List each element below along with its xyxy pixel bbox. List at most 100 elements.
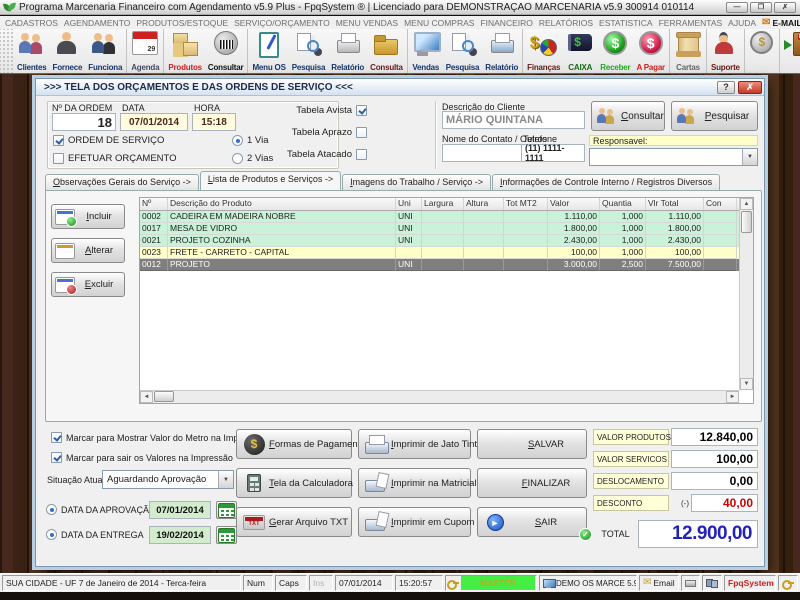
menu-menu-vendas[interactable]: MENU VENDAS (336, 18, 398, 28)
alterar-button[interactable]: Alterar (51, 238, 125, 263)
toolbar-produtos[interactable]: Produtos (165, 29, 205, 73)
status-email[interactable]: ✉ Email (639, 575, 679, 591)
delivery-date-field[interactable]: 19/02/2014 (149, 526, 211, 544)
table-row[interactable]: 0002CADEIRA EM MADEIRA NOBREUNI1.110,001… (140, 211, 739, 223)
tab-observacoes-gerais-do-servico[interactable]: Observações Gerais do Serviço -> (45, 174, 199, 190)
column-header-uni[interactable]: Uni (396, 198, 422, 210)
column-header-tot-mt2[interactable]: Tot MT2 (504, 198, 548, 210)
menu-relatorios[interactable]: RELATÓRIOS (539, 18, 593, 28)
toolbar-pesquisa[interactable]: Pesquisa (443, 29, 483, 73)
vertical-scroll-thumb[interactable] (741, 211, 752, 233)
toolbar-a-pagar[interactable]: $A Pagar (633, 29, 668, 73)
dialog-close-icon[interactable] (738, 81, 762, 94)
horizontal-scroll-thumb[interactable] (154, 391, 174, 402)
column-header-con[interactable]: Con (704, 198, 737, 210)
service-order-checkbox-row[interactable]: ORDEM DE SERVIÇO (53, 135, 164, 146)
term-table-checkbox[interactable] (356, 127, 367, 138)
approval-calendar-button[interactable] (216, 501, 237, 519)
menu-ajuda[interactable]: AJUDA (728, 18, 756, 28)
tela-da-calculadora-button[interactable]: Tela da Calculadora (236, 468, 352, 498)
phone-field[interactable]: (11) 1111-1111 (521, 144, 585, 162)
toolbar-cartas[interactable]: Cartas (671, 29, 705, 73)
toolbar-funciona[interactable]: Funciona (85, 29, 125, 73)
imprimir-em-cupom-button[interactable]: Imprimir em Cupom (358, 507, 471, 537)
table-row[interactable]: 0012PROJETOUNI3.000,002,5007.500,00 (140, 259, 739, 271)
delivery-date-radio[interactable] (46, 529, 57, 540)
gerar-arquivo-txt-button[interactable]: Gerar Arquivo TXT (236, 507, 352, 537)
menu-cadastros[interactable]: CADASTROS (5, 18, 58, 28)
vertical-scrollbar[interactable]: ▲ ▼ (739, 198, 753, 390)
scroll-up-icon[interactable]: ▲ (740, 198, 753, 210)
toolbar-pesquisa[interactable]: Pesquisa (289, 29, 329, 73)
imprimir-na-matricial-button[interactable]: Imprimir na Matricial (358, 468, 471, 498)
print-values-checkbox[interactable] (51, 452, 62, 463)
scroll-right-icon[interactable]: ► (726, 391, 739, 403)
order-time-field[interactable]: 15:18 (192, 113, 236, 131)
chevron-down-icon[interactable]: ▼ (218, 471, 233, 488)
column-header-valor[interactable]: Valor (548, 198, 600, 210)
horizontal-scrollbar[interactable]: ◄ ► (140, 390, 739, 403)
show-meter-value-row[interactable]: Marcar para Mostrar Valor do Metro na Im… (51, 432, 265, 443)
consult-button[interactable]: Consultar (591, 101, 665, 131)
menu-e-mail[interactable]: ✉E-MAIL (762, 18, 800, 28)
toolbar-consultar[interactable]: Consultar (205, 29, 247, 73)
search-button[interactable]: Pesquisar (671, 101, 758, 131)
sair-button[interactable]: ►SAIR (477, 507, 587, 537)
column-header-largura[interactable]: Largura (422, 198, 464, 210)
column-header-n[interactable]: Nº (140, 198, 168, 210)
delivery-date-row[interactable]: DATA DA ENTREGA (46, 529, 144, 540)
two-copies-radio[interactable] (232, 153, 243, 164)
scroll-left-icon[interactable]: ◄ (140, 391, 153, 403)
one-copy-radio[interactable] (232, 135, 243, 146)
tab-lista-de-produtos-e-servicos[interactable]: Lista de Produtos e Serviços -> (200, 171, 341, 190)
menu-estatistica[interactable]: ESTATISTICA (599, 18, 653, 28)
toolbar-financas[interactable]: Finanças (524, 29, 563, 73)
minimize-icon[interactable]: — (726, 2, 748, 13)
responsible-dropdown[interactable]: ▼ (589, 148, 758, 166)
table-row[interactable]: 0023FRETE - CARRETO - CAPITAL100,001,000… (140, 247, 739, 259)
status-network[interactable] (702, 575, 722, 591)
make-quote-checkbox-row[interactable]: EFETUAR ORÇAMENTO (53, 153, 177, 164)
menu-menu-compras[interactable]: MENU COMPRAS (404, 18, 474, 28)
toolbar-suporte[interactable]: Suporte (708, 29, 743, 73)
formas-de-pagamento-button[interactable]: $Formas de Pagamento (236, 429, 352, 459)
order-number-field[interactable]: 18 (52, 113, 116, 131)
menu-produtos-estoque[interactable]: PRODUTOS/ESTOQUE (136, 18, 228, 28)
chevron-down-icon[interactable]: ▼ (742, 149, 757, 165)
restore-icon[interactable]: ❐ (750, 2, 772, 13)
cash-table-row[interactable]: Tabela Avista (249, 105, 367, 116)
toolbar-clientes[interactable]: Clientes (14, 29, 50, 73)
client-field[interactable]: MÁRIO QUINTANA (442, 111, 585, 129)
imprimir-de-jato-tinta-button[interactable]: Imprimir de Jato Tinta (358, 429, 471, 459)
tab-informacoes-de-controle-interno-registros-diversos[interactable]: Informações de Controle Interno / Regist… (492, 174, 720, 190)
toolbar-fornece[interactable]: Fornece (50, 29, 86, 73)
excluir-button[interactable]: Excluir (51, 272, 125, 297)
column-header-descricao-do-produto[interactable]: Descrição do Produto (168, 198, 396, 210)
table-row[interactable]: 0017MESA DE VIDROUNI1.800,001,0001.800,0… (140, 223, 739, 235)
cash-table-checkbox[interactable] (356, 105, 367, 116)
status-printer[interactable] (681, 575, 700, 591)
help-icon[interactable]: ? (717, 81, 735, 94)
order-date-field[interactable]: 07/01/2014 (120, 113, 188, 131)
term-table-row[interactable]: Tabela Aprazo (249, 127, 367, 138)
approval-date-field[interactable]: 07/01/2014 (149, 501, 211, 519)
toolbar-relatorio[interactable]: Relatório (328, 29, 367, 73)
toolbar-agenda[interactable]: 29Agenda (128, 29, 162, 73)
make-quote-checkbox[interactable] (53, 153, 64, 164)
wholesale-table-checkbox[interactable] (356, 149, 367, 160)
show-meter-value-checkbox[interactable] (51, 432, 62, 443)
table-row[interactable]: 0021PROJETO COZINHAUNI2.430,001,0002.430… (140, 235, 739, 247)
toolbar-exit-door[interactable]: EXIT (781, 29, 800, 73)
current-status-dropdown[interactable]: Aguardando Aprovação ▼ (102, 470, 234, 489)
column-header-quantia[interactable]: Quantia (600, 198, 646, 210)
menu-financeiro[interactable]: FINANCEIRO (480, 18, 532, 28)
toolbar-receber[interactable]: $Receber (597, 29, 633, 73)
close-icon[interactable]: ✗ (774, 2, 796, 13)
toolbar-consulta[interactable]: Consulta (367, 29, 406, 73)
scroll-down-icon[interactable]: ▼ (740, 378, 753, 390)
approval-date-radio[interactable] (46, 504, 57, 515)
approval-date-row[interactable]: DATA DA APROVAÇÃO (46, 504, 156, 515)
wholesale-table-row[interactable]: Tabela Atacado (249, 149, 367, 160)
finalizar-button[interactable]: FINALIZAR (477, 468, 587, 498)
incluir-button[interactable]: Incluir (51, 204, 125, 229)
